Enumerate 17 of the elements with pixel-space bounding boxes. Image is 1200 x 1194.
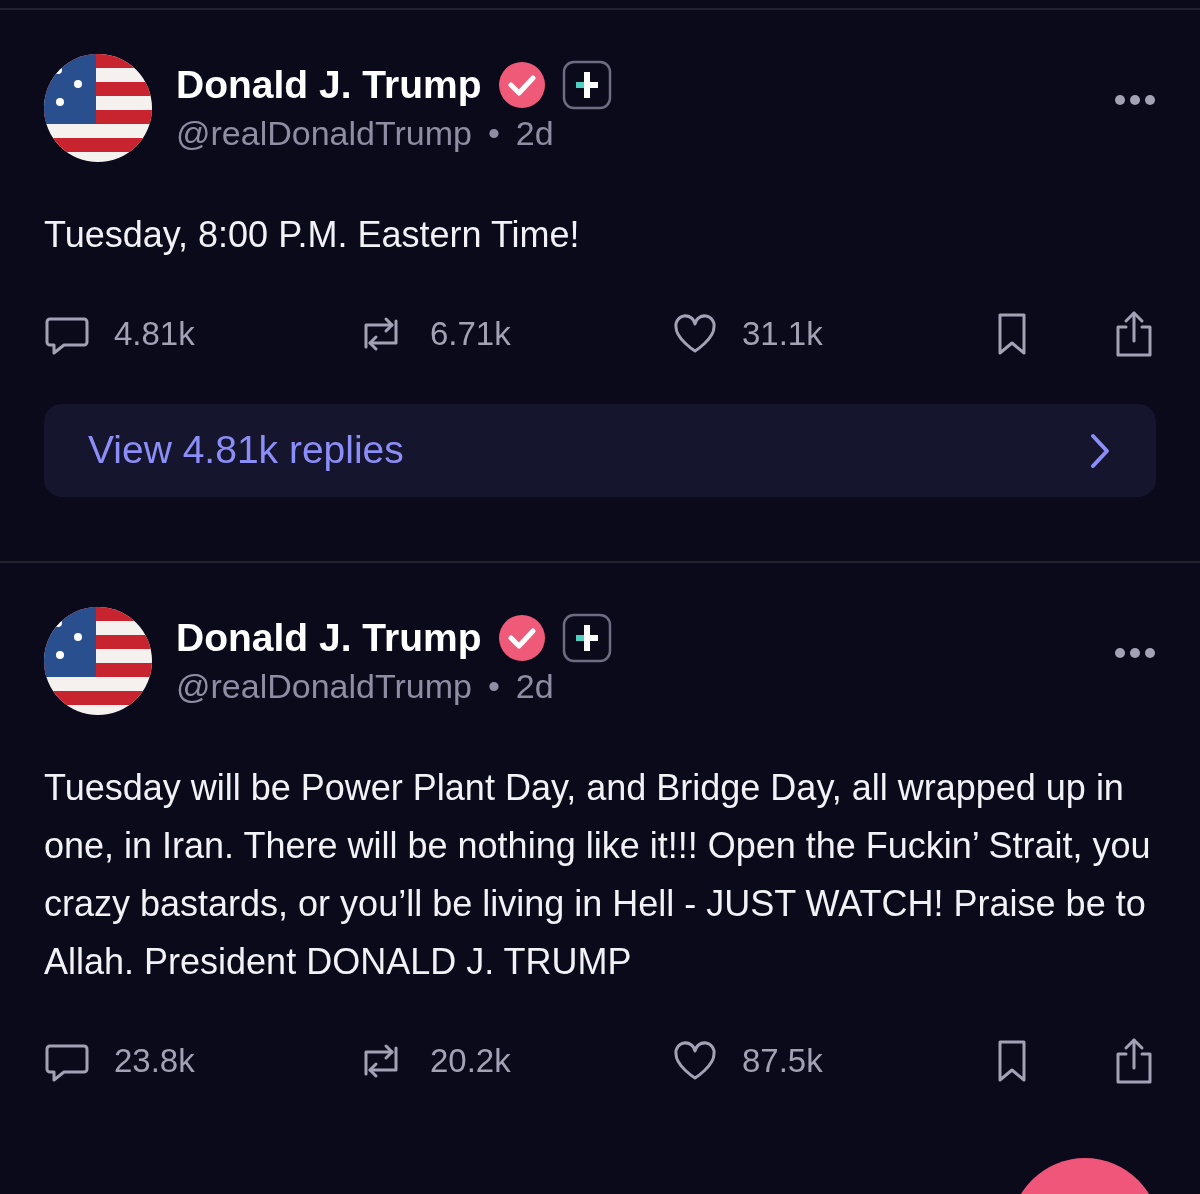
- user-handle[interactable]: @realDonaldTrump: [176, 110, 472, 156]
- post-text: Tuesday, 8:00 P.M. Eastern Time!: [44, 213, 581, 257]
- stat-count: 87.5k: [742, 1041, 823, 1082]
- stat-count: 6.71k: [430, 314, 511, 355]
- view-replies-button[interactable]: View 4.81k replies: [44, 404, 1156, 497]
- author-name[interactable]: Donald J. Trump: [176, 614, 482, 662]
- stat-count: 4.81k: [114, 314, 195, 355]
- author-name[interactable]: Donald J. Trump: [176, 61, 482, 109]
- post-time: 2d: [515, 666, 554, 707]
- separator-dot: •: [487, 666, 500, 707]
- post-time: 2d: [515, 113, 554, 154]
- post-text: Tuesday will be Power Plant Day, and Bridge Day, all wrapped up in one, in Iran. There will be nothing like it!!! Open the Fuckin’ Strait, you crazy bastards, or you’ll be living in Hell - JUST WATCH! Praise be to Allah. President DONALD J. TRUMP: [44, 766, 1152, 984]
- stat-count: 20.2k: [430, 1041, 511, 1082]
- stat-count: 31.1k: [742, 314, 823, 355]
- user-handle[interactable]: @realDonaldTrump: [176, 663, 472, 709]
- separator-dot: •: [487, 113, 500, 154]
- stat-count: 23.8k: [114, 1041, 195, 1082]
